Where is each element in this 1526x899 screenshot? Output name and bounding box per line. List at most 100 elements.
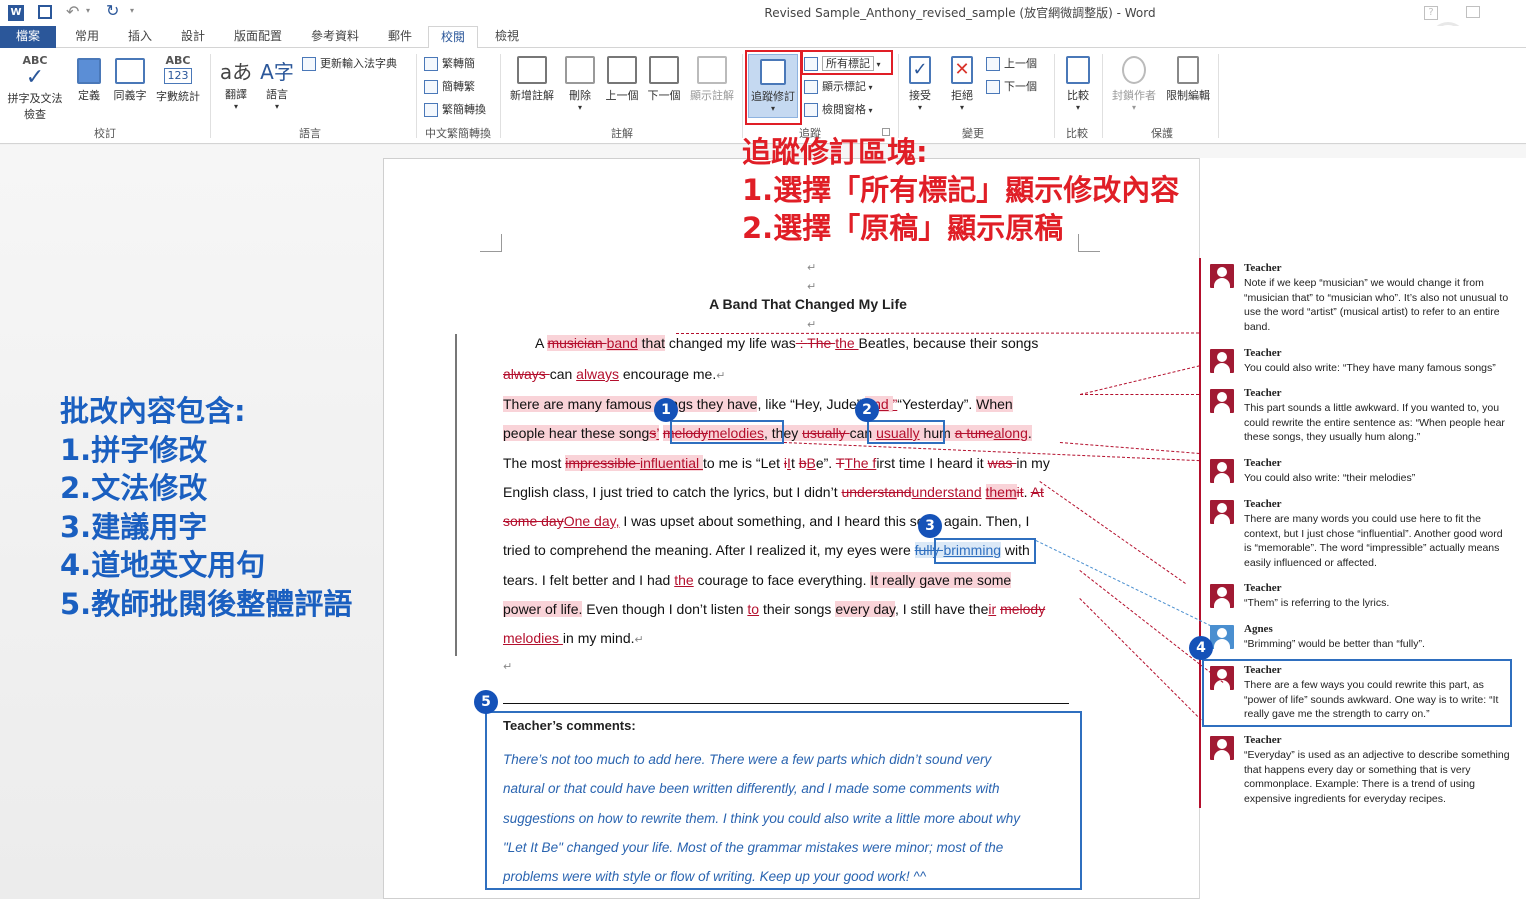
language-label: 語言 [266,88,288,101]
badge-2: 2 [855,398,879,422]
tab-home[interactable]: 常用 [66,26,108,48]
compare-button[interactable]: 比較 ▾ [1060,56,1096,112]
body-line-6[interactable]: English class, I just tried to catch the… [503,484,1044,500]
reviewing-pane-button[interactable]: 檢閱窗格 ▾ [804,102,873,118]
compare-icon [1066,56,1090,84]
ribbon-display-icon[interactable] [1466,6,1480,18]
translate-button[interactable]: aあ 翻譯 ▾ [216,56,256,111]
save-icon[interactable] [38,5,52,19]
reject-button[interactable]: ✕ 拒絕 ▾ [946,56,978,112]
comment-balloon[interactable]: Teacher “Them” is referring to the lyrics… [1210,582,1510,612]
body-line-10[interactable]: power of life. Even though I don’t liste… [503,601,1045,617]
block-authors-icon [1122,56,1146,84]
spelling-label-2: 檢查 [24,108,46,121]
block-authors-button[interactable]: 封鎖作者 ▾ [1108,56,1160,112]
undo-dropdown-icon[interactable]: ▾ [86,6,90,15]
comment-text: You could also write: “They have many fa… [1244,362,1496,374]
paragraph-mark: ↵ [807,318,817,331]
separator [898,54,899,138]
accept-icon: ✓ [909,56,931,84]
body-line-2[interactable]: always can always encourage me.↵ [503,366,725,382]
block-authors-label: 封鎖作者 [1112,89,1156,102]
show-markup-button[interactable]: 顯示標記 ▾ [804,79,873,95]
comment-balloon[interactable]: Teacher You could also write: “They have … [1210,347,1510,377]
prev-comment-button[interactable]: 上一個 [602,56,642,103]
badge-1: 1 [654,398,678,422]
tab-file[interactable]: 檔案 [0,26,56,48]
comment-text: Note if we keep “musician” we would chan… [1244,277,1509,333]
comment-balloon[interactable]: Teacher “Everyday” is used as an adjectiv… [1210,734,1510,806]
t2s-button[interactable]: 繁轉簡 [424,56,475,72]
body-line-7[interactable]: some dayOne day, I was upset about somet… [503,513,1029,529]
thesaurus-icon [115,58,145,84]
t2s-icon [424,57,438,71]
body-line-5[interactable]: The most impressible influential to me i… [503,455,1050,471]
define-button[interactable]: 定義 [72,58,106,103]
body-line-1[interactable]: A musician band that changed my life was… [535,335,1038,351]
thesaurus-button[interactable]: 同義字 [110,58,150,103]
accept-label: 接受 [909,89,931,102]
restrict-editing-button[interactable]: 限制編輯 [1164,56,1212,103]
tab-insert[interactable]: 插入 [119,26,161,48]
spelling-grammar-button[interactable]: ABC ✓ 拼字及文法 檢查 [4,54,66,122]
convert-button[interactable]: 繁簡轉換 [424,102,486,118]
tab-references[interactable]: 參考資料 [302,26,368,48]
s2t-button[interactable]: 簡轉繁 [424,79,475,95]
comment-text: There are many words you could use here … [1244,513,1503,569]
prev-comment-label: 上一個 [605,89,639,102]
reviewing-pane-icon [804,103,818,117]
update-ime-button[interactable]: 更新輸入法字典 [302,56,397,72]
qat-dropdown-icon[interactable]: ▾ [130,6,134,15]
tab-review[interactable]: 校閱 [428,26,478,49]
separator-line [503,703,1069,704]
redo-icon[interactable]: ↻ [106,1,119,20]
help-icon[interactable]: ? [1424,6,1438,20]
tab-mailings[interactable]: 郵件 [380,26,420,48]
comment-balloon[interactable]: Teacher There are many words you could us… [1210,498,1510,572]
tracking-annotation-line: 追蹤修訂區塊: [742,135,928,169]
all-markup-highlight [801,50,893,75]
spelling-label: 拼字及文法 [7,92,63,105]
word-count-label: 字數統計 [156,90,200,103]
prev-change-label: 上一個 [1004,57,1037,70]
word-count-button[interactable]: ABC 123 字數統計 [152,54,204,104]
language-button[interactable]: A字 語言 ▾ [258,56,296,111]
checkmark-icon: ✓ [25,65,45,90]
comment-balloon[interactable]: Teacher You could also write: “their melo… [1210,457,1510,487]
delete-comment-button[interactable]: 刪除 ▾ [562,56,598,112]
avatar [1210,500,1234,524]
separator [742,54,743,138]
chevron-down-icon: ▾ [1131,103,1136,112]
undo-icon[interactable]: ↶ [66,2,79,21]
next-comment-button[interactable]: 下一個 [644,56,684,103]
group-comments-label: 註解 [611,127,633,140]
delete-comment-icon [565,56,595,84]
comment-balloon[interactable]: Teacher Note if we keep “musician” we wou… [1210,262,1510,334]
tab-layout[interactable]: 版面配置 [226,26,290,48]
body-line-3[interactable]: There are many famous songs they have, l… [503,396,1013,412]
new-comment-label: 新增註解 [510,89,554,102]
tab-design[interactable]: 設計 [172,26,214,48]
chevron-down-icon: ▾ [866,106,873,115]
body-line-9[interactable]: tears. I felt better and I had the coura… [503,572,1012,588]
tracking-annotation: 追蹤修訂區塊: 1.選擇「所有標記」顯示修改內容 2.選擇「原稿」顯示原稿 [742,133,1179,247]
review-annotation-line: 2.文法修改 [60,471,208,505]
group-proofing-label: 校訂 [94,127,116,140]
convert-label: 繁簡轉換 [442,103,486,116]
new-comment-button[interactable]: 新增註解 [506,56,558,103]
track-changes-highlight [745,50,802,125]
restrict-editing-icon [1177,56,1199,84]
prev-change-button[interactable]: 上一個 [986,56,1037,72]
chevron-down-icon: ▾ [959,103,964,112]
next-change-icon [986,80,1000,94]
comment-balloon[interactable]: Teacher This part sounds a little awkward… [1210,387,1510,447]
comment-balloon[interactable]: Agnes “Brimming” would be better than “fu… [1210,623,1510,653]
word-icon: W [8,5,24,21]
tab-view[interactable]: 檢視 [486,26,528,48]
next-change-button[interactable]: 下一個 [986,79,1037,95]
accept-button[interactable]: ✓ 接受 ▾ [904,56,936,112]
review-annotation-line: 1.拼字修改 [60,432,208,467]
body-line-11[interactable]: melodies in my mind.↵ [503,630,644,646]
separator [500,54,501,138]
show-comments-button[interactable]: 顯示註解 [686,56,738,103]
